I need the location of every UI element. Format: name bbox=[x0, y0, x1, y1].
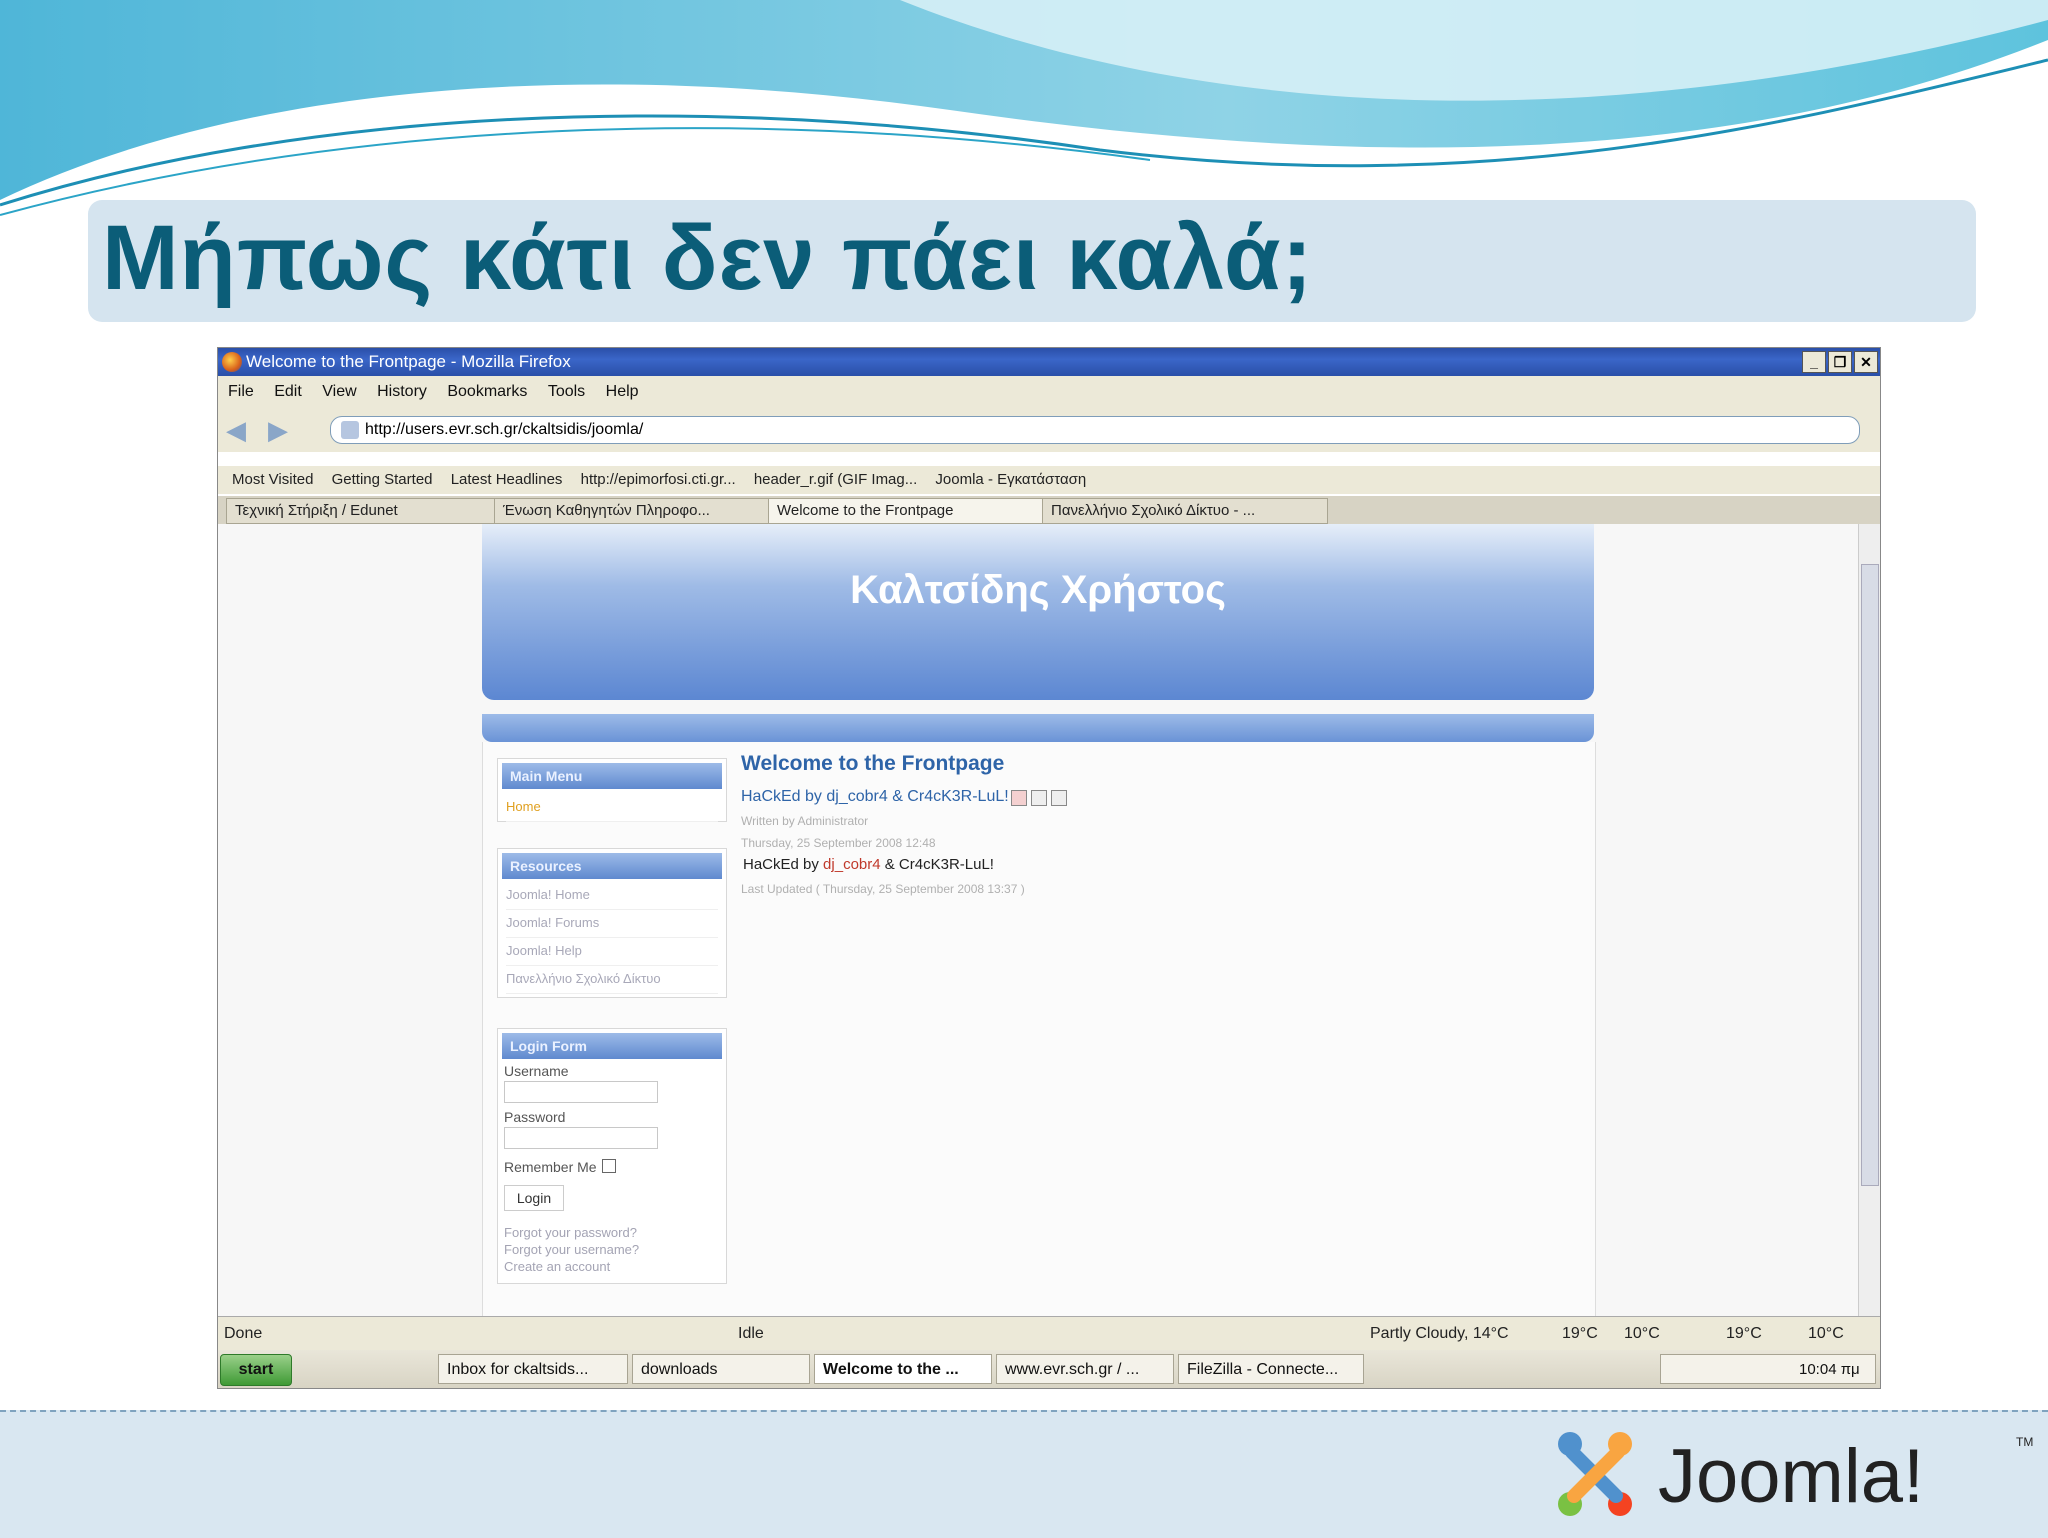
email-icon[interactable] bbox=[1051, 790, 1067, 806]
article-body: HaCkEd by dj_cobr4 & Cr4cK3R-LuL! bbox=[743, 856, 994, 873]
taskbar-item[interactable]: FileZilla - Connecte... bbox=[1178, 1354, 1364, 1384]
main-menu-module: Main Menu Home bbox=[497, 758, 727, 822]
article-title[interactable]: HaCkEd by dj_cobr4 & Cr4cK3R-LuL! bbox=[741, 788, 1009, 806]
tab-edunet[interactable]: Τεχνική Στήριξη / Edunet bbox=[226, 498, 506, 524]
tab-welcome-frontpage[interactable]: Welcome to the Frontpage bbox=[768, 498, 1054, 524]
joomla-logo-text: Joomla! bbox=[1658, 1434, 1924, 1519]
article-author: Written by Administrator bbox=[741, 814, 869, 828]
taskbar-item-active[interactable]: Welcome to the ... bbox=[814, 1354, 992, 1384]
minimize-button[interactable]: _ bbox=[1802, 351, 1826, 373]
login-form-title: Login Form bbox=[502, 1033, 722, 1059]
scrollbar-thumb[interactable] bbox=[1861, 564, 1879, 1186]
remember-me-checkbox[interactable] bbox=[602, 1159, 616, 1173]
bookmarks-toolbar: Most Visited Getting Started Latest Head… bbox=[218, 466, 1880, 494]
site-header-bar bbox=[482, 714, 1594, 742]
bookmark-item[interactable]: Latest Headlines bbox=[451, 466, 563, 494]
web-page-area: Καλτσίδης Χρήστος Main Menu Home Resourc… bbox=[218, 524, 1858, 1316]
status-bar: Done Idle Partly Cloudy, 14°C 19°C 10°C … bbox=[218, 1316, 1880, 1351]
article-body-prefix: HaCkEd by bbox=[743, 856, 824, 873]
site-icon bbox=[341, 420, 359, 439]
site-header-title: Καλτσίδης Χρήστος bbox=[850, 568, 1226, 612]
menu-edit[interactable]: Edit bbox=[274, 376, 302, 408]
article-date: Thursday, 25 September 2008 12:48 bbox=[741, 836, 936, 850]
menu-view[interactable]: View bbox=[322, 376, 356, 408]
create-account-link[interactable]: Create an account bbox=[504, 1259, 610, 1274]
bookmark-item[interactable]: Getting Started bbox=[332, 466, 433, 494]
start-button[interactable]: start bbox=[220, 1354, 292, 1386]
weather-forecast: 10°C bbox=[1624, 1325, 1660, 1342]
back-arrow-icon[interactable]: ◀ bbox=[226, 416, 256, 444]
password-label: Password bbox=[504, 1109, 566, 1125]
article-body-suffix: & Cr4cK3R-LuL! bbox=[880, 856, 994, 873]
bookmark-item[interactable]: Most Visited bbox=[232, 466, 313, 494]
weather-forecast: 19°C bbox=[1726, 1325, 1762, 1342]
weather-now: Partly Cloudy, 14°C bbox=[1370, 1325, 1509, 1342]
menu-bookmarks[interactable]: Bookmarks bbox=[447, 376, 527, 408]
resources-title: Resources bbox=[502, 853, 722, 879]
username-input[interactable] bbox=[504, 1081, 658, 1103]
tab-enosi[interactable]: Ένωση Καθηγητών Πληροφο... bbox=[494, 498, 780, 524]
clock: 10:04 πμ bbox=[1799, 1361, 1860, 1378]
navigation-toolbar: ◀ ▶ http://users.evr.sch.gr/ckaltsidis/j… bbox=[218, 408, 1880, 452]
login-form-module: Login Form Username Password Remember Me… bbox=[497, 1028, 727, 1284]
maximize-button[interactable]: ❐ bbox=[1828, 351, 1852, 373]
forward-arrow-icon[interactable]: ▶ bbox=[268, 416, 298, 444]
menu-file[interactable]: File bbox=[228, 376, 254, 408]
resource-link[interactable]: Joomla! Forums bbox=[506, 909, 718, 938]
forgot-password-link[interactable]: Forgot your password? bbox=[504, 1225, 637, 1240]
system-tray: 10:04 πμ bbox=[1660, 1354, 1876, 1384]
tab-panellinio[interactable]: Πανελλήνιο Σχολικό Δίκτυο - ... bbox=[1042, 498, 1328, 524]
site-body: Main Menu Home Resources Joomla! Home Jo… bbox=[482, 742, 1596, 1316]
address-bar[interactable]: http://users.evr.sch.gr/ckaltsidis/jooml… bbox=[330, 416, 1860, 444]
weather-forecast: 19°C bbox=[1562, 1325, 1598, 1342]
resources-module: Resources Joomla! Home Joomla! Forums Jo… bbox=[497, 848, 727, 998]
remember-me-label: Remember Me bbox=[504, 1159, 597, 1175]
status-idle: Idle bbox=[738, 1325, 764, 1342]
article-body-highlight: dj_cobr4 bbox=[823, 856, 881, 873]
window-titlebar: Welcome to the Frontpage - Mozilla Firef… bbox=[218, 348, 1880, 376]
close-button[interactable]: ✕ bbox=[1854, 351, 1878, 373]
forgot-username-link[interactable]: Forgot your username? bbox=[504, 1242, 639, 1257]
tab-bar: Τεχνική Στήριξη / Edunet Ένωση Καθηγητών… bbox=[218, 496, 1880, 524]
resource-link[interactable]: Joomla! Help bbox=[506, 937, 718, 966]
taskbar-item[interactable]: www.evr.sch.gr / ... bbox=[996, 1354, 1174, 1384]
resource-link[interactable]: Πανελλήνιο Σχολικό Δίκτυο bbox=[506, 965, 718, 994]
browser-screenshot: Welcome to the Frontpage - Mozilla Firef… bbox=[217, 347, 1881, 1389]
menu-help[interactable]: Help bbox=[606, 376, 639, 408]
weather-forecast: 10°C bbox=[1808, 1325, 1844, 1342]
windows-taskbar: start Inbox for ckaltsids... downloads W… bbox=[218, 1350, 1880, 1388]
article-last-updated: Last Updated ( Thursday, 25 September 20… bbox=[741, 882, 1025, 896]
content-title: Welcome to the Frontpage bbox=[741, 752, 1005, 775]
menu-tools[interactable]: Tools bbox=[548, 376, 585, 408]
site-header: Καλτσίδης Χρήστος bbox=[482, 524, 1594, 700]
login-button[interactable]: Login bbox=[504, 1185, 564, 1211]
joomla-logo-tm: TM bbox=[2016, 1435, 2033, 1449]
bookmark-item[interactable]: http://epimorfosi.cti.gr... bbox=[581, 466, 736, 494]
joomla-logo: Joomla! TM bbox=[1558, 1432, 2033, 1519]
slide-title: Μήπως κάτι δεν πάει καλά; bbox=[102, 207, 1314, 309]
window-title: Welcome to the Frontpage - Mozilla Firef… bbox=[246, 352, 571, 371]
firefox-icon bbox=[222, 352, 242, 372]
menu-item-home[interactable]: Home bbox=[506, 793, 718, 822]
status-text: Done bbox=[224, 1325, 263, 1342]
username-label: Username bbox=[504, 1063, 569, 1079]
bookmark-item[interactable]: header_r.gif (GIF Imag... bbox=[754, 466, 917, 494]
main-menu-title: Main Menu bbox=[502, 763, 722, 789]
taskbar-item[interactable]: downloads bbox=[632, 1354, 810, 1384]
address-bar-url: http://users.evr.sch.gr/ckaltsidis/jooml… bbox=[365, 421, 644, 438]
print-icon[interactable] bbox=[1031, 790, 1047, 806]
menu-history[interactable]: History bbox=[377, 376, 427, 408]
bookmark-item[interactable]: Joomla - Εγκατάσταση bbox=[935, 466, 1086, 494]
resource-link[interactable]: Joomla! Home bbox=[506, 881, 718, 910]
taskbar-item[interactable]: Inbox for ckaltsids... bbox=[438, 1354, 628, 1384]
pdf-icon[interactable] bbox=[1011, 790, 1027, 806]
password-input[interactable] bbox=[504, 1127, 658, 1149]
page-scrollbar[interactable] bbox=[1858, 524, 1880, 1316]
menu-bar: File Edit View History Bookmarks Tools H… bbox=[218, 376, 1880, 408]
